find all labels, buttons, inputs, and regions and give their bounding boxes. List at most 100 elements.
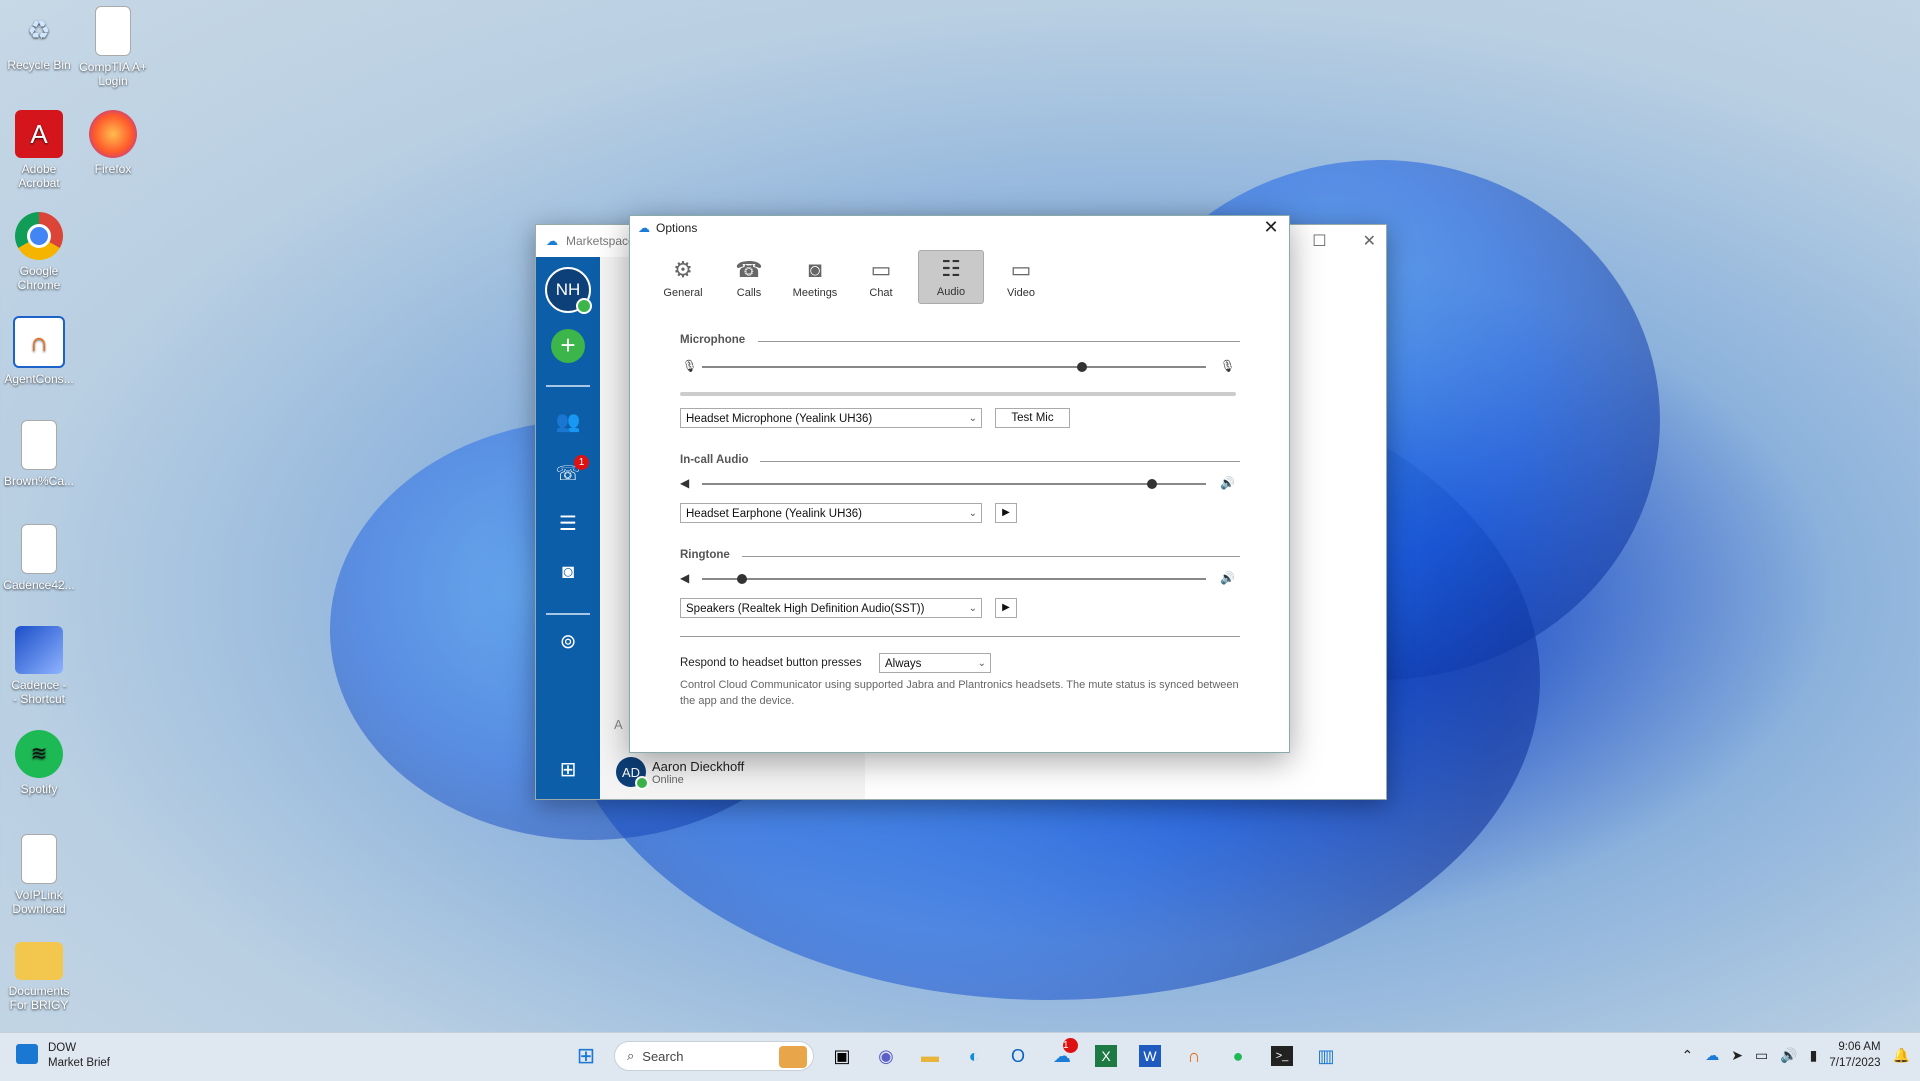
chevron-up-icon[interactable]: ⌃ — [1682, 1047, 1694, 1064]
file-explorer-button[interactable]: ▬ — [914, 1040, 946, 1072]
desktop-icon-cadence-shortcut[interactable]: Cadence - - Shortcut — [0, 626, 78, 706]
agent-console-button[interactable]: ∩ — [1178, 1040, 1210, 1072]
cloud-icon: ☁ — [638, 221, 650, 235]
market-widget[interactable]: DOW Market Brief — [16, 1041, 110, 1071]
headset-response-select[interactable]: Always ⌄ — [879, 653, 991, 673]
options-dialog: ☁ Options ✕ ⚙ General ☎ Calls ◙ Meetings… — [629, 215, 1290, 753]
onedrive-icon[interactable]: ☁ — [1705, 1047, 1719, 1064]
meetings-nav[interactable]: ◙ — [536, 561, 600, 584]
tab-audio[interactable]: ☷ Audio — [918, 250, 984, 304]
select-value: Headset Earphone (Yealink UH36) — [686, 508, 863, 520]
location-icon[interactable]: ➤ — [1731, 1047, 1743, 1064]
desktop-icon-label: Spotify — [20, 782, 58, 796]
slider-knob[interactable] — [1147, 479, 1157, 489]
notification-bell-icon[interactable]: 🔔 — [1893, 1047, 1910, 1064]
tab-calls[interactable]: ☎ Calls — [720, 250, 778, 304]
slider-knob[interactable] — [737, 574, 747, 584]
terminal-button[interactable]: >_ — [1266, 1040, 1298, 1072]
app-window-button[interactable]: ▥ — [1310, 1040, 1342, 1072]
calls-nav[interactable]: ☏ 1 — [536, 455, 600, 486]
folder-icon — [15, 942, 63, 980]
slider-knob[interactable] — [1077, 362, 1087, 372]
close-button[interactable]: ✕ — [1363, 231, 1376, 251]
desktop-icon-brown[interactable]: Brown%Ca... — [0, 420, 78, 488]
calls-badge: 1 — [574, 455, 589, 470]
select-value: Headset Microphone (Yealink UH36) — [686, 413, 873, 425]
widget-title: DOW — [48, 1042, 77, 1054]
tab-meetings[interactable]: ◙ Meetings — [786, 250, 844, 304]
in-call-device-select[interactable]: Headset Earphone (Yealink UH36) ⌄ — [680, 503, 982, 523]
window-title: Marketspace — [566, 234, 635, 248]
network-icon[interactable]: ▭ — [1755, 1047, 1768, 1064]
microphone-device-select[interactable]: Headset Microphone (Yealink UH36) ⌄ — [680, 408, 982, 428]
dialpad-nav[interactable]: ⊞ — [536, 757, 600, 782]
desktop-icon-agentconsole[interactable]: ∩ AgentCons... — [0, 316, 78, 386]
word-button[interactable]: W — [1134, 1040, 1166, 1072]
tab-chat[interactable]: ▭ Chat — [852, 250, 910, 304]
test-mic-button[interactable]: Test Mic — [995, 408, 1070, 428]
play-ringtone-button[interactable]: ▶ — [995, 598, 1017, 618]
task-view-button[interactable]: ▣ — [826, 1040, 858, 1072]
desktop-icon-adobe-acrobat[interactable]: A Adobe Acrobat — [0, 110, 78, 190]
close-button[interactable]: ✕ — [1259, 217, 1283, 238]
teams-chat-button[interactable]: ◉ — [870, 1040, 902, 1072]
tab-general[interactable]: ⚙ General — [654, 250, 712, 304]
desktop-icon-label: Adobe Acrobat — [18, 162, 60, 190]
tab-video[interactable]: ▭ Video — [992, 250, 1050, 304]
spotify-icon: ● — [1232, 1045, 1244, 1066]
spotify-button[interactable]: ● — [1222, 1040, 1254, 1072]
ringtone-device-select[interactable]: Speakers (Realtek High Definition Audio(… — [680, 598, 982, 618]
chat-nav[interactable]: ☰ — [536, 511, 600, 536]
in-call-volume-slider[interactable]: ◀ 🔊 — [680, 476, 1240, 492]
maximize-button[interactable]: ☐ — [1312, 231, 1326, 251]
excel-icon: X — [1095, 1045, 1117, 1067]
play-test-sound-button[interactable]: ▶ — [995, 503, 1017, 523]
desktop-icon-label: Cadence - - Shortcut — [11, 678, 67, 706]
battery-icon[interactable]: ▮ — [1810, 1047, 1818, 1064]
contact-avatar: AD — [616, 757, 649, 790]
cloud-communicator-button[interactable]: ☁ 1 — [1046, 1038, 1078, 1072]
desktop-icon-documents-folder[interactable]: Documents For BRIGY — [0, 936, 78, 1012]
desktop-icon-label: Google Chrome — [17, 264, 61, 292]
volume-icon[interactable]: 🔊 — [1780, 1047, 1797, 1064]
video-camera-icon: ▭ — [1010, 257, 1032, 282]
clock[interactable]: 9:06 AM 7/17/2023 — [1829, 1039, 1880, 1071]
clock-time: 9:06 AM — [1838, 1041, 1881, 1053]
chat-icon: ☰ — [559, 513, 577, 535]
section-divider — [760, 461, 1240, 462]
start-button[interactable]: ⊞ — [570, 1040, 602, 1072]
desktop-icon-spotify[interactable]: ≋ Spotify — [0, 730, 78, 796]
outlook-button[interactable]: O — [1002, 1040, 1034, 1072]
microphone-volume-slider[interactable]: 🎙 🎙 — [680, 359, 1240, 375]
contact-list-item[interactable]: AD Aaron Dieckhoff Online — [616, 757, 744, 790]
desktop-icon-recycle-bin[interactable]: ♻ Recycle Bin — [0, 6, 78, 72]
contact-status: Online — [652, 773, 684, 786]
headset-help-text: Control Cloud Communicator using support… — [680, 679, 1239, 707]
new-action-button[interactable]: + — [536, 329, 600, 363]
desktop-icon-cadence42[interactable]: Cadence42... — [0, 524, 78, 592]
microphone-section-label: Microphone — [680, 334, 746, 346]
edge-button[interactable]: ◐ — [958, 1040, 990, 1072]
slider-track — [702, 578, 1206, 580]
tab-label: Chat — [869, 287, 893, 299]
search-icon: ⌕ — [627, 1048, 635, 1063]
chevron-down-icon: ⌄ — [968, 508, 977, 519]
taskbar-search[interactable]: ⌕ Search — [614, 1041, 814, 1071]
agent-console-icon: ∩ — [13, 316, 65, 368]
briefcase-icon — [779, 1046, 807, 1068]
phone-icon: ☎ — [735, 257, 763, 282]
slider-track — [702, 483, 1206, 485]
ringtone-volume-slider[interactable]: ◀ 🔊 — [680, 571, 1240, 587]
desktop-icon-firefox[interactable]: Firefox — [74, 110, 152, 176]
contacts-nav[interactable]: 👥 — [536, 409, 600, 434]
voicemail-nav[interactable]: ⊚ — [536, 629, 600, 654]
desktop-icon-comptia[interactable]: CompTIA A+ Login — [74, 6, 152, 88]
volume-high-icon: 🔊 — [1220, 571, 1235, 585]
desktop-icon-google-chrome[interactable]: Google Chrome — [0, 212, 78, 292]
excel-button[interactable]: X — [1090, 1040, 1122, 1072]
chevron-down-icon: ⌄ — [977, 658, 986, 669]
meetings-icon: ◙ — [561, 561, 575, 583]
desktop-icon-voiplink[interactable]: VoIPLink Download — [0, 834, 78, 916]
user-avatar-item[interactable]: NH — [536, 267, 600, 314]
chevron-down-icon: ⌄ — [968, 603, 977, 614]
